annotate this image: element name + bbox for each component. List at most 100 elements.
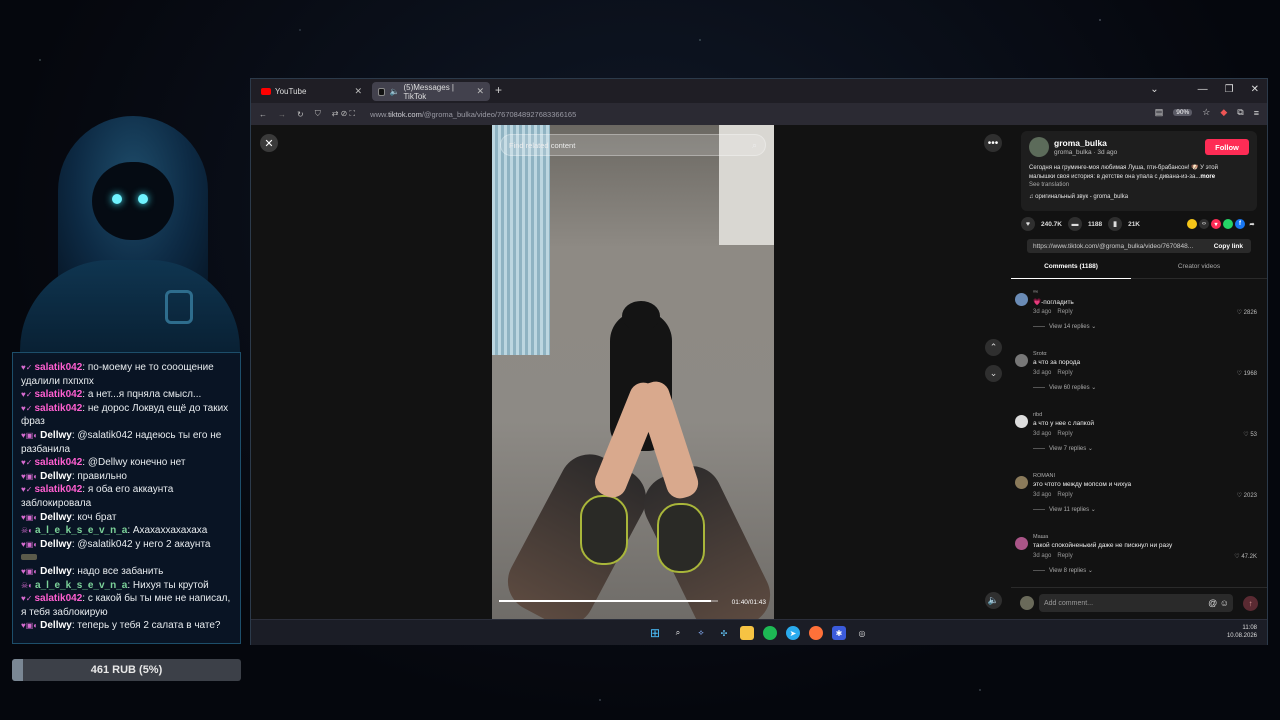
telegram-icon[interactable]: ➤ <box>786 626 800 640</box>
creator-username[interactable]: groma_bulka <box>1054 138 1107 148</box>
zoom-level[interactable]: 90% <box>1173 109 1193 116</box>
spotify-icon[interactable] <box>763 626 777 640</box>
maximize-button[interactable]: ❐ <box>1225 84 1234 95</box>
search-icon[interactable]: ⌕ <box>752 140 757 151</box>
chat-username[interactable]: Dellwy <box>40 430 72 441</box>
comment-likes[interactable]: ♡ 1968 <box>1237 370 1257 377</box>
permissions-icon[interactable]: ⇄ ⊘ ⛶ <box>332 109 355 119</box>
tab-creator-videos[interactable]: Creator videos <box>1139 261 1259 273</box>
next-video-button[interactable]: ⌄ <box>985 365 1002 382</box>
more-options-button[interactable]: ••• <box>984 134 1002 152</box>
chat-username[interactable]: salatik042 <box>34 457 82 468</box>
repost-icon[interactable] <box>1187 219 1197 229</box>
speaker-icon[interactable]: 🔈 <box>389 87 399 96</box>
commenter-name[interactable]: Sτοtα <box>1033 351 1047 357</box>
commenter-avatar[interactable] <box>1015 293 1028 306</box>
view-replies-button[interactable]: View 7 replies ⌄ <box>1033 445 1093 452</box>
copy-link-button[interactable]: Copy link <box>1206 243 1251 250</box>
extensions-puzzle-icon[interactable]: ⧉ <box>1237 107 1243 118</box>
mention-emoji-icons[interactable]: @ ☺ <box>1208 598 1233 608</box>
reply-button[interactable]: Reply <box>1057 431 1072 437</box>
app-icon[interactable]: ✱ <box>832 626 846 640</box>
view-replies-button[interactable]: View 11 replies ⌄ <box>1033 506 1096 513</box>
chat-username[interactable]: Dellwy <box>40 620 72 631</box>
commenter-name[interactable]: Маша <box>1033 534 1048 540</box>
obs-icon[interactable]: ◎ <box>855 626 869 640</box>
chat-username[interactable]: a_l_e_k_s_e_v_n_a <box>35 580 127 591</box>
reload-button[interactable]: ↻ <box>297 110 304 119</box>
chat-username[interactable]: Dellwy <box>40 566 72 577</box>
more-link[interactable]: more <box>1200 174 1215 180</box>
view-replies-button[interactable]: View 8 replies ⌄ <box>1033 567 1093 574</box>
app-icon[interactable]: ✣ <box>717 626 731 640</box>
close-tab-icon[interactable]: ✕ <box>354 86 362 97</box>
comment-input[interactable]: Add comment... @ ☺ <box>1039 594 1233 612</box>
tab-tiktok[interactable]: 🔈 (5)Messages | TikTok ✕ <box>372 82 490 101</box>
file-explorer-icon[interactable] <box>740 626 754 640</box>
commenter-name[interactable]: ᵐᵉ <box>1033 290 1038 296</box>
send-to-friends-icon[interactable]: ▾ <box>1211 219 1221 229</box>
video-progress-bar[interactable] <box>499 600 718 602</box>
reply-button[interactable]: Reply <box>1057 553 1072 559</box>
minimize-button[interactable]: — <box>1198 84 1208 95</box>
commenter-avatar[interactable] <box>1015 354 1028 367</box>
chat-username[interactable]: Dellwy <box>40 471 72 482</box>
shield-icon[interactable]: ⛉ <box>315 109 321 119</box>
send-comment-button[interactable]: ↑ <box>1243 596 1258 611</box>
comment-likes[interactable]: ♡ 2023 <box>1237 492 1257 499</box>
volume-button[interactable]: 🔈 <box>985 592 1002 609</box>
reply-button[interactable]: Reply <box>1057 492 1072 498</box>
reply-button[interactable]: Reply <box>1057 370 1072 376</box>
chat-username[interactable]: salatik042 <box>34 389 82 400</box>
new-tab-button[interactable]: + <box>495 83 502 97</box>
chat-username[interactable]: salatik042 <box>34 593 82 604</box>
close-tab-icon[interactable]: ✕ <box>476 86 484 97</box>
creator-avatar[interactable] <box>1029 137 1049 157</box>
forward-button[interactable]: → <box>278 110 286 119</box>
previous-video-button[interactable]: ⌃ <box>985 339 1002 356</box>
close-window-button[interactable]: ✕ <box>1251 84 1259 95</box>
comment-likes[interactable]: ♡ 53 <box>1243 431 1257 438</box>
video-player[interactable]: Find related content ⌕ 01:40/01:43 <box>492 125 774 619</box>
follow-button[interactable]: Follow <box>1205 139 1249 155</box>
extension-icon[interactable]: ◆ <box>1220 107 1227 118</box>
list-tabs-chevron-icon[interactable]: ⌄ <box>1150 84 1158 95</box>
app-icon[interactable]: ⟡ <box>694 626 708 640</box>
tab-youtube[interactable]: YouTube ✕ <box>255 82 368 101</box>
commenter-avatar[interactable] <box>1015 537 1028 550</box>
menu-icon[interactable]: ≡ <box>1254 108 1259 118</box>
chat-username[interactable]: a_l_e_k_s_e_v_n_a <box>35 525 127 536</box>
commenter-name[interactable]: ribd <box>1033 412 1042 418</box>
tab-comments[interactable]: Comments (1188) <box>1011 261 1131 279</box>
comment-likes[interactable]: ♡ 2826 <box>1237 309 1257 316</box>
reader-view-icon[interactable]: ▤ <box>1155 107 1164 118</box>
comment-icon[interactable]: ▬ <box>1067 217 1082 231</box>
commenter-avatar[interactable] <box>1015 415 1028 428</box>
whatsapp-icon[interactable] <box>1223 219 1233 229</box>
view-replies-button[interactable]: View 60 replies ⌄ <box>1033 384 1096 391</box>
back-button[interactable]: ← <box>259 110 267 119</box>
facebook-icon[interactable]: f <box>1235 219 1245 229</box>
reply-button[interactable]: Reply <box>1057 309 1072 315</box>
embed-icon[interactable]: ‹› <box>1199 219 1209 229</box>
firefox-icon[interactable] <box>809 626 823 640</box>
close-video-button[interactable]: ✕ <box>260 134 278 152</box>
address-bar[interactable]: www.tiktok.com/@groma_bulka/video/767084… <box>370 110 576 119</box>
view-replies-button[interactable]: View 14 replies ⌄ <box>1033 323 1096 330</box>
search-icon[interactable]: ⌕ <box>671 626 685 640</box>
chat-username[interactable]: salatik042 <box>34 362 82 373</box>
share-arrow-icon[interactable]: ➦ <box>1247 219 1257 229</box>
chat-username[interactable]: salatik042 <box>34 403 82 414</box>
bookmark-icon[interactable]: ▮ <box>1108 217 1123 231</box>
commenter-avatar[interactable] <box>1015 476 1028 489</box>
find-related-search[interactable]: Find related content ⌕ <box>500 134 766 156</box>
bookmark-star-icon[interactable]: ☆ <box>1202 107 1210 118</box>
chat-username[interactable]: Dellwy <box>40 512 72 523</box>
see-translation-link[interactable]: See translation <box>1029 182 1069 188</box>
comment-likes[interactable]: ♡ 47.2K <box>1234 553 1257 560</box>
chat-username[interactable]: Dellwy <box>40 539 72 550</box>
chat-username[interactable]: salatik042 <box>34 484 82 495</box>
sound-link[interactable]: ♫ оригинальный звук - groma_bulka <box>1029 194 1128 200</box>
windows-start-icon[interactable]: ⊞ <box>648 626 662 640</box>
heart-icon[interactable]: ♥ <box>1021 217 1035 231</box>
